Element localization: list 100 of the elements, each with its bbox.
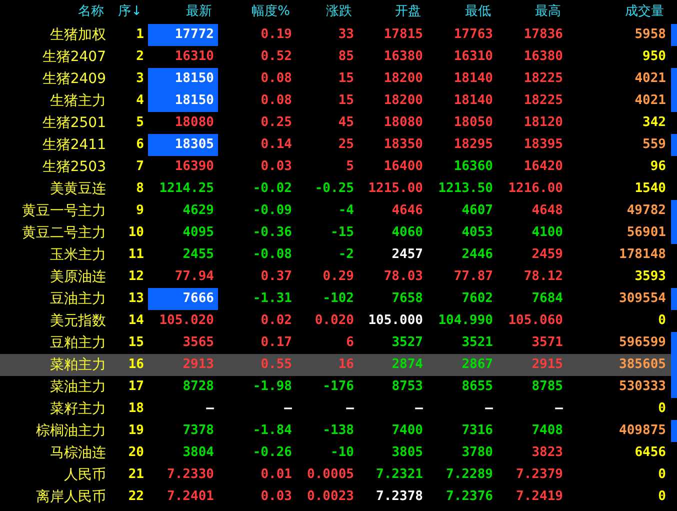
table-cell: 0.0023: [307, 489, 354, 504]
table-cell: 33: [338, 27, 354, 42]
row-number: 14: [127, 312, 145, 330]
table-cell: 5958: [634, 27, 666, 42]
table-cell: 18295: [454, 137, 493, 152]
table-cell: 7.2376: [446, 489, 493, 504]
row-number: 13: [127, 290, 145, 308]
table-cell: 559: [642, 137, 666, 152]
table-cell: 17815: [384, 27, 423, 42]
instrument-name: 黄豆二号主力: [21, 224, 107, 243]
table-cell: 105.060: [508, 313, 563, 328]
instrument-name: 美原油连: [49, 268, 107, 287]
table-cell: 0.020: [314, 313, 354, 328]
table-cell: -0.26: [252, 445, 292, 460]
table-cell: 7658: [392, 291, 423, 306]
column-header[interactable]: 最新: [148, 2, 218, 24]
table-cell: 0.14: [260, 137, 292, 152]
table-cell: —: [415, 401, 423, 416]
table-cell: 1216.00: [508, 181, 563, 196]
table-cell: 0.19: [260, 27, 292, 42]
table-cell: 2915: [532, 357, 563, 372]
table-cell: 0.0005: [307, 467, 354, 482]
table-cell: 1214.25: [159, 181, 214, 196]
table-cell: 18150: [174, 71, 214, 86]
table-cell: -176: [322, 379, 354, 394]
table-cell: 7602: [462, 291, 493, 306]
table-cell: 2867: [462, 357, 493, 372]
table-cell: 2455: [182, 247, 214, 262]
row-number: 11: [127, 246, 145, 264]
table-cell: 8655: [462, 379, 493, 394]
column-header[interactable]: 名称: [0, 2, 110, 24]
table-cell: 0.02: [260, 313, 292, 328]
instrument-name: 生猪2411: [41, 136, 107, 155]
table-cell: 342: [642, 115, 666, 130]
selected-row[interactable]: 菜粕主力 16 2913 0.55 16 2874 2867 2915 385605: [0, 354, 677, 376]
row-number: 9: [135, 202, 145, 220]
instrument-name: 豆油主力: [49, 290, 107, 309]
table-cell: -138: [322, 423, 354, 438]
table-cell: 7.2401: [167, 489, 214, 504]
column-header[interactable]: 最高: [497, 2, 567, 24]
column-header[interactable]: 序↓: [110, 2, 148, 24]
table-cell: 17763: [454, 27, 493, 42]
table-cell: 409875: [619, 423, 666, 438]
table-cell: 18140: [454, 93, 493, 108]
column-header[interactable]: 开盘: [358, 2, 427, 24]
table-cell: 85: [338, 49, 354, 64]
column-header[interactable]: 最低: [427, 2, 497, 24]
table-cell: 0.37: [260, 269, 292, 284]
table-cell: 950: [642, 49, 666, 64]
instrument-name: 豆粕主力: [49, 334, 107, 353]
table-cell: 7.2379: [516, 467, 563, 482]
table-cell: 0.29: [322, 269, 354, 284]
row-number: 8: [135, 180, 145, 198]
table-cell: 3565: [182, 335, 214, 350]
table-cell: 0.08: [260, 71, 292, 86]
table-cell: 1215.00: [368, 181, 423, 196]
table-cell: 7378: [182, 423, 214, 438]
table-cell: 0.55: [260, 357, 292, 372]
table-cell: 7.2289: [446, 467, 493, 482]
table-cell: 2874: [392, 357, 423, 372]
table-cell: 4021: [634, 71, 666, 86]
table-cell: -1.31: [252, 291, 292, 306]
table-cell: 18050: [454, 115, 493, 130]
table-cell: 15: [338, 71, 354, 86]
table-cell: 4060: [392, 225, 423, 240]
table-cell: 17772: [174, 27, 214, 42]
table-cell: 56901: [626, 225, 666, 240]
table-cell: 96: [650, 159, 666, 174]
table-cell: 18225: [524, 93, 563, 108]
table-cell: 530333: [619, 379, 666, 394]
table-cell: 18350: [384, 137, 423, 152]
table-cell: 16400: [384, 159, 423, 174]
table-cell: 77.87: [454, 269, 493, 284]
table-cell: 18225: [524, 71, 563, 86]
table-cell: 18150: [174, 93, 214, 108]
table-cell: 3804: [182, 445, 214, 460]
instrument-name: 人民币: [63, 466, 107, 485]
column-header[interactable]: 幅度%: [218, 2, 296, 24]
row-number: 21: [127, 466, 145, 484]
table-cell: —: [485, 401, 493, 416]
table-cell: 3805: [392, 445, 423, 460]
table-cell: 8753: [392, 379, 423, 394]
column-header[interactable]: 涨跌: [296, 2, 358, 24]
table-cell: 16390: [174, 159, 214, 174]
table-cell: 1540: [634, 181, 666, 196]
table-cell: -4: [338, 203, 354, 218]
table-cell: 15: [338, 93, 354, 108]
table-cell: 16310: [174, 49, 214, 64]
table-cell: 0.08: [260, 93, 292, 108]
table-cell: 78.12: [524, 269, 563, 284]
column-header[interactable]: 成交量: [567, 2, 670, 24]
instrument-name: 生猪主力: [49, 92, 107, 111]
table-cell: 0.01: [260, 467, 292, 482]
table-cell: 309554: [619, 291, 666, 306]
table-cell: 18140: [454, 71, 493, 86]
table-cell: -0.08: [252, 247, 292, 262]
table-cell: -0.02: [252, 181, 292, 196]
table-cell: 16380: [384, 49, 423, 64]
instrument-name: 离岸人民币: [35, 488, 107, 507]
table-cell: -15: [330, 225, 354, 240]
